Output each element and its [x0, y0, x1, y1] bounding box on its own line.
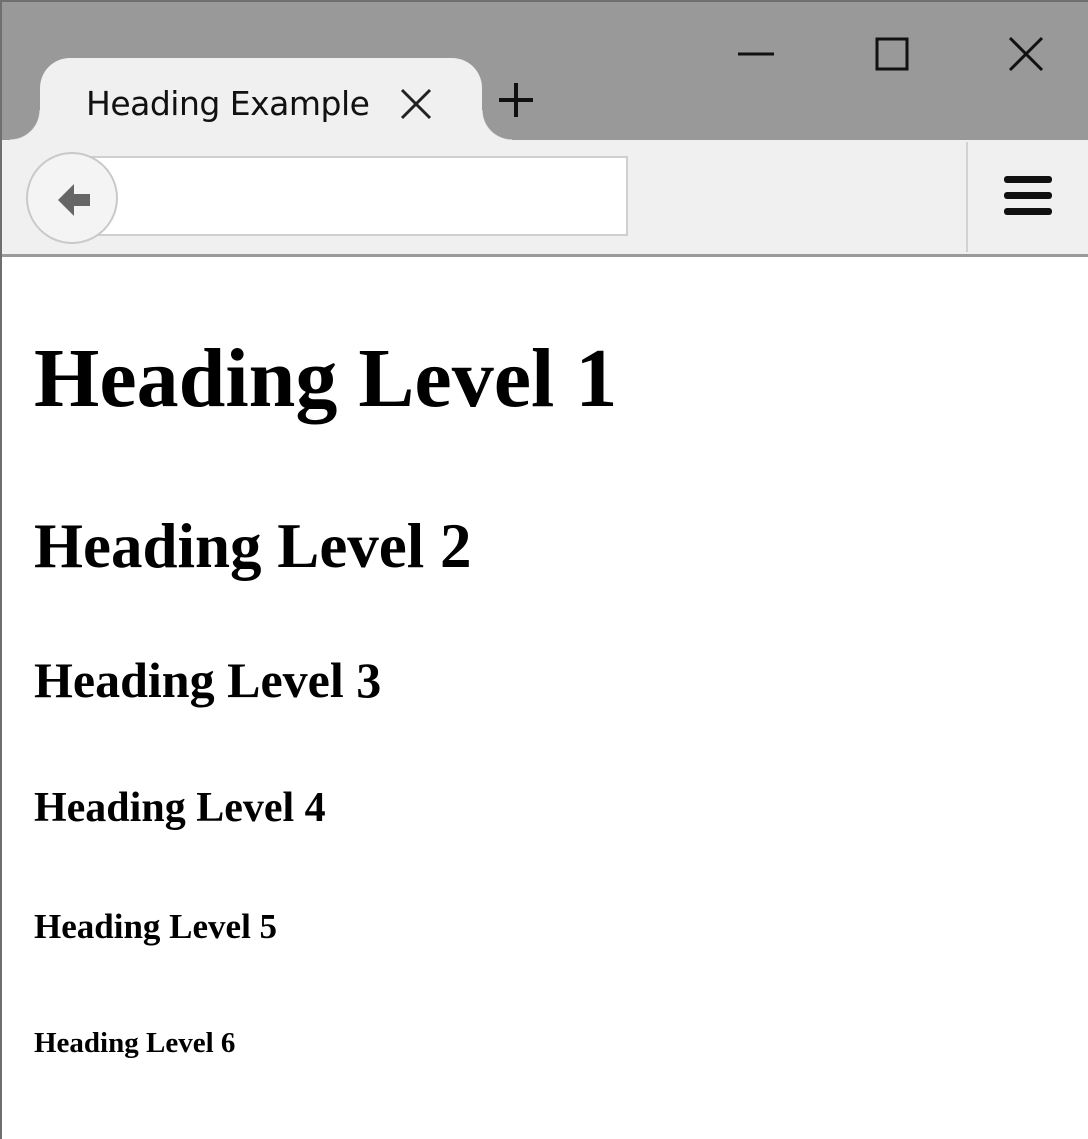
browser-window: Heading Example Heading Level 1 Heading … — [0, 0, 1088, 1139]
toolbar-separator — [966, 142, 968, 252]
maximize-icon[interactable] — [868, 30, 916, 78]
heading-level-1: Heading Level 1 — [34, 332, 618, 425]
title-bar: Heading Example — [2, 2, 1088, 148]
heading-level-6: Heading Level 6 — [34, 1027, 236, 1059]
heading-level-4: Heading Level 4 — [34, 785, 326, 831]
page-content: Heading Level 1 Heading Level 2 Heading … — [2, 257, 1088, 1139]
heading-level-3: Heading Level 3 — [34, 652, 382, 708]
window-close-icon[interactable] — [1002, 30, 1050, 78]
arrow-left-icon — [58, 184, 90, 216]
navigation-toolbar — [2, 140, 1088, 257]
hamburger-menu-icon[interactable] — [998, 170, 1058, 222]
close-icon[interactable] — [396, 84, 436, 124]
new-tab-plus-icon[interactable] — [496, 80, 536, 120]
tab-heading-example[interactable]: Heading Example — [10, 58, 512, 148]
back-button[interactable] — [26, 152, 118, 244]
heading-level-2: Heading Level 2 — [34, 511, 472, 581]
tab-title: Heading Example — [86, 84, 370, 123]
minimize-icon[interactable] — [732, 30, 780, 78]
heading-level-5: Heading Level 5 — [34, 907, 278, 946]
url-input[interactable] — [84, 156, 628, 236]
